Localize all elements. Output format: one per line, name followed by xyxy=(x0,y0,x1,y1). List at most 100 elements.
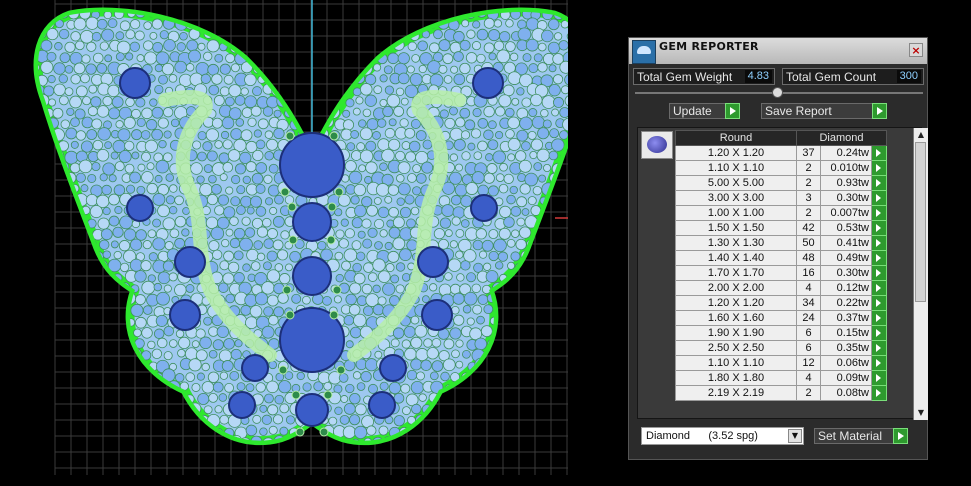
gem-size-cell: 1.10 X 1.10 xyxy=(675,160,797,176)
prong xyxy=(291,390,301,400)
play-arrow-icon[interactable] xyxy=(871,175,887,191)
update-button[interactable]: Update xyxy=(669,103,740,119)
gem-row[interactable]: 1.10 X 1.10 12 0.06tw xyxy=(675,355,887,371)
play-arrow-icon[interactable] xyxy=(871,295,887,311)
play-arrow-icon[interactable] xyxy=(871,385,887,401)
gem-row[interactable]: 1.60 X 1.60 24 0.37tw xyxy=(675,310,887,326)
scroll-thumb[interactable] xyxy=(915,142,926,302)
large-gem-stone xyxy=(470,194,498,222)
gem-row[interactable]: 1.20 X 1.20 37 0.24tw xyxy=(675,145,887,161)
gem-row[interactable]: 1.40 X 1.40 48 0.49tw xyxy=(675,250,887,266)
play-arrow-icon[interactable] xyxy=(871,145,887,161)
gem-count-cell: 6 xyxy=(796,340,821,356)
gem-row[interactable]: 1.10 X 1.10 2 0.010tw xyxy=(675,160,887,176)
gem-list-scrollbar[interactable]: ▲ ▼ xyxy=(913,128,928,420)
gem-weight-cell: 0.06tw xyxy=(820,355,872,371)
prong xyxy=(295,427,305,437)
gem-row[interactable]: 1.30 X 1.30 50 0.41tw xyxy=(675,235,887,251)
gem-row[interactable]: 1.70 X 1.70 16 0.30tw xyxy=(675,265,887,281)
design-viewport[interactable] xyxy=(0,0,620,486)
play-arrow-icon[interactable] xyxy=(871,340,887,356)
butterfly-model xyxy=(33,0,591,475)
prong xyxy=(285,131,295,141)
gem-row[interactable]: 1.00 X 1.00 2 0.007tw xyxy=(675,205,887,221)
prong xyxy=(329,131,339,141)
play-arrow-icon[interactable] xyxy=(871,355,887,371)
gem-count-cell: 42 xyxy=(796,220,821,236)
play-arrow-icon[interactable] xyxy=(871,190,887,206)
gem-count-cell: 2 xyxy=(796,205,821,221)
viewport-gap xyxy=(568,0,628,486)
gem-weight-cell: 0.15tw xyxy=(820,325,872,341)
gem-row[interactable]: 2.50 X 2.50 6 0.35tw xyxy=(675,340,887,356)
play-arrow-icon xyxy=(725,103,740,119)
prong xyxy=(336,365,346,375)
set-material-button[interactable]: Set Material xyxy=(814,428,908,444)
gem-reporter-panel: GEM REPORTER × Total Gem Weight 4.83 Tot… xyxy=(628,37,928,460)
total-gem-count-box: Total Gem Count 300 xyxy=(782,68,924,85)
total-gem-count-value: 300 xyxy=(896,70,921,83)
prong xyxy=(326,235,336,245)
gem-reporter-icon xyxy=(632,40,656,64)
panel-titlebar[interactable]: GEM REPORTER × xyxy=(629,38,927,64)
chevron-down-icon[interactable]: ▼ xyxy=(788,429,802,443)
save-report-button[interactable]: Save Report xyxy=(761,103,887,119)
gem-count-cell: 34 xyxy=(796,295,821,311)
gem-size-cell: 1.80 X 1.80 xyxy=(675,370,797,386)
gem-row[interactable]: 5.00 X 5.00 2 0.93tw xyxy=(675,175,887,191)
total-gem-count-label: Total Gem Count xyxy=(786,70,877,84)
round-gem-icon[interactable] xyxy=(641,131,673,159)
large-gem-stone xyxy=(292,256,332,296)
play-arrow-icon[interactable] xyxy=(871,250,887,266)
large-gem-stone xyxy=(417,246,449,278)
material-select-value: Diamond (3.52 spg) xyxy=(646,430,758,442)
material-select[interactable]: Diamond (3.52 spg) ▼ xyxy=(641,427,804,445)
prong xyxy=(327,202,337,212)
gem-weight-cell: 0.22tw xyxy=(820,295,872,311)
gem-size-cell: 1.60 X 1.60 xyxy=(675,310,797,326)
gem-weight-cell: 0.09tw xyxy=(820,370,872,386)
gem-row[interactable]: 1.50 X 1.50 42 0.53tw xyxy=(675,220,887,236)
play-arrow-icon[interactable] xyxy=(871,160,887,176)
large-gem-stone xyxy=(119,67,151,99)
gem-count-cell: 16 xyxy=(796,265,821,281)
gem-size-cell: 1.10 X 1.10 xyxy=(675,355,797,371)
large-gem-stone xyxy=(228,391,256,419)
gem-size-cell: 1.50 X 1.50 xyxy=(675,220,797,236)
play-arrow-icon[interactable] xyxy=(871,280,887,296)
prong xyxy=(334,187,344,197)
gem-row[interactable]: 3.00 X 3.00 3 0.30tw xyxy=(675,190,887,206)
panel-title: GEM REPORTER xyxy=(659,40,759,53)
play-arrow-icon[interactable] xyxy=(871,235,887,251)
gem-size-cell: 2.00 X 2.00 xyxy=(675,280,797,296)
play-arrow-icon[interactable] xyxy=(871,310,887,326)
prong xyxy=(319,427,329,437)
gem-size-cell: 1.00 X 1.00 xyxy=(675,205,797,221)
play-arrow-icon[interactable] xyxy=(871,325,887,341)
gem-table-header-row: Round Diamond xyxy=(675,130,887,146)
prong xyxy=(329,310,339,320)
save-report-button-label: Save Report xyxy=(765,104,832,118)
gem-row[interactable]: 2.00 X 2.00 4 0.12tw xyxy=(675,280,887,296)
play-arrow-icon[interactable] xyxy=(871,370,887,386)
gem-row[interactable]: 1.90 X 1.90 6 0.15tw xyxy=(675,325,887,341)
gem-count-cell: 3 xyxy=(796,190,821,206)
gem-weight-cell: 0.49tw xyxy=(820,250,872,266)
scroll-up-icon[interactable]: ▲ xyxy=(916,130,926,140)
close-icon[interactable]: × xyxy=(909,43,923,57)
scroll-down-icon[interactable]: ▼ xyxy=(916,408,926,418)
gem-count-cell: 4 xyxy=(796,280,821,296)
panel-splitter-handle[interactable] xyxy=(772,87,783,98)
play-arrow-icon[interactable] xyxy=(871,220,887,236)
play-arrow-icon[interactable] xyxy=(871,265,887,281)
gem-row[interactable]: 1.20 X 1.20 34 0.22tw xyxy=(675,295,887,311)
gem-list: Round Diamond 1.20 X 1.20 37 0.24tw 1.10 X … xyxy=(637,127,928,420)
gem-weight-cell: 0.08tw xyxy=(820,385,872,401)
gem-weight-cell: 0.30tw xyxy=(820,190,872,206)
gem-size-cell: 1.90 X 1.90 xyxy=(675,325,797,341)
play-arrow-icon[interactable] xyxy=(871,205,887,221)
gem-row[interactable]: 1.80 X 1.80 4 0.09tw xyxy=(675,370,887,386)
large-gem-stone xyxy=(295,393,329,427)
gem-row[interactable]: 2.19 X 2.19 2 0.08tw xyxy=(675,385,887,401)
shape-column-header: Round xyxy=(675,130,797,146)
